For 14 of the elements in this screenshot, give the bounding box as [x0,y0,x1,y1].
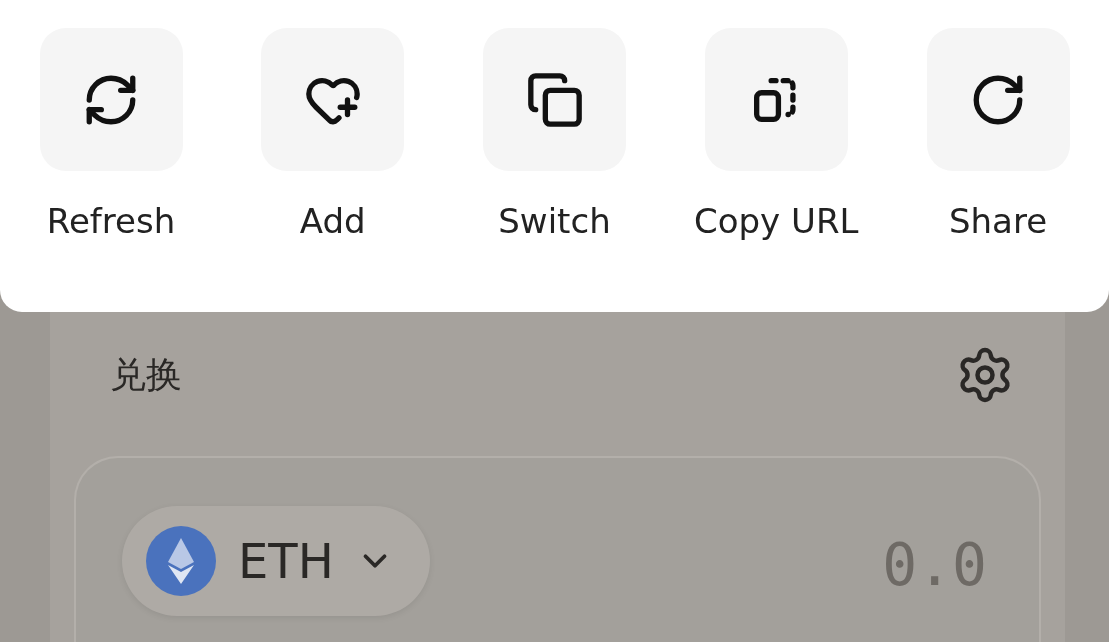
action-button[interactable] [704,28,848,171]
action-label: Refresh [46,201,176,241]
action-button[interactable] [39,28,183,171]
eth-icon [146,526,216,596]
token-selector[interactable]: ETH [122,506,430,616]
action-label: Share [948,201,1048,241]
action-label: Switch [498,201,611,241]
swap-title: 兑换 [110,352,182,397]
copy-icon [525,70,584,129]
action-button[interactable] [926,28,1070,171]
action-label: Add [299,201,366,241]
action-button[interactable] [483,28,626,171]
action-button[interactable] [261,28,405,171]
action-label: Copy URL [694,201,859,241]
